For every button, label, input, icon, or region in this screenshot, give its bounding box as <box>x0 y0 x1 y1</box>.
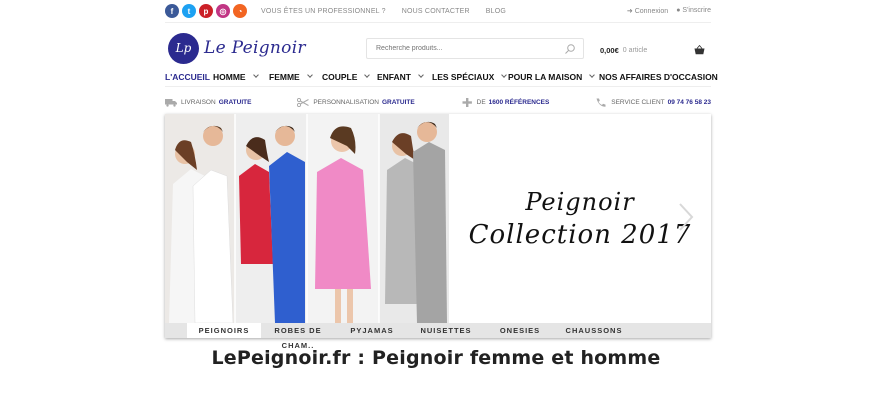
service-text: SERVICE CLIENT <box>611 98 665 106</box>
chevron-down-icon <box>306 72 313 78</box>
nav-item-homme[interactable]: HOMME <box>213 72 269 82</box>
service-bar: LIVRAISON GRATUITE PERSONNALISATION GRATUI… <box>165 95 711 109</box>
page: f t p ◎ ◔ VOUS ÊTES UN PROFESSIONNEL ? N… <box>0 0 872 400</box>
user-icon: ● <box>676 7 681 14</box>
nav-label: FEMME <box>269 71 300 82</box>
chevron-down-icon <box>252 72 259 78</box>
blog-link[interactable]: BLOG <box>478 8 514 15</box>
instagram-icon[interactable]: ◎ <box>216 4 230 18</box>
contact-link[interactable]: NOUS CONTACTER <box>394 8 478 15</box>
nav-item-speciaux[interactable]: LES SPÉCIAUX <box>432 72 508 82</box>
truck-icon <box>165 98 177 107</box>
login-icon: ➜ <box>626 8 633 15</box>
cart-summary[interactable]: 0,00€ 0 article <box>600 44 705 56</box>
nav-item-couple[interactable]: COUPLE <box>322 72 377 82</box>
facebook-icon[interactable]: f <box>165 4 179 18</box>
top-divider <box>165 22 711 23</box>
search-input[interactable] <box>376 45 556 52</box>
cart-amount: 0,00€ <box>600 45 619 55</box>
cart-count: 0 article <box>622 46 648 54</box>
scissors-icon <box>297 97 310 107</box>
chevron-down-icon <box>589 72 596 78</box>
chevron-down-icon <box>364 72 371 78</box>
slider-tabs: PEIGNOIRS ROBES DE CHAM.. PYJAMAS NUISET… <box>165 323 711 350</box>
nav-item-enfant[interactable]: ENFANT <box>377 72 432 82</box>
nav-label: NOS AFFAIRES D'OCCASION <box>599 71 718 82</box>
nav-label: LES SPÉCIAUX <box>432 71 495 82</box>
plus-icon <box>462 97 472 107</box>
search-box <box>366 38 584 59</box>
social-links: f t p ◎ ◔ <box>165 4 247 18</box>
service-references: DE 1600 RÉFÉRENCES <box>461 97 550 107</box>
chevron-down-icon <box>418 72 424 78</box>
models-illustration <box>165 114 449 323</box>
site-logo[interactable]: Lp Le Peignoir <box>168 31 308 65</box>
nav-label: HOMME <box>213 71 246 82</box>
basket-icon <box>694 45 705 55</box>
top-bar: f t p ◎ ◔ VOUS ÊTES UN PROFESSIONNEL ? N… <box>165 0 711 22</box>
top-links: VOUS ÊTES UN PROFESSIONNEL ? NOUS CONTAC… <box>261 8 514 15</box>
service-highlight: GRATUITE <box>381 98 415 106</box>
rss-icon[interactable]: ◔ <box>233 4 247 18</box>
nav-label: COUPLE <box>322 71 358 82</box>
login-link[interactable]: ➜ Connexion <box>627 7 668 15</box>
hero-slider[interactable]: Peignoir Collection 2017 PEIGNOIRS ROBES… <box>165 114 711 350</box>
caption-line-2: Collection 2017 <box>468 219 692 250</box>
slider-tab-onesies[interactable]: ONESIES <box>483 323 557 338</box>
chevron-right-icon[interactable] <box>677 202 695 232</box>
chevron-down-icon <box>501 72 508 78</box>
register-label: S'inscrire <box>682 7 711 14</box>
bathrobe-models-photo <box>165 114 449 323</box>
slider-tab-nuisettes[interactable]: NUISETTES <box>409 323 483 338</box>
account-links: ➜ Connexion ● S'inscrire <box>627 7 711 15</box>
nav-item-occasion[interactable]: NOS AFFAIRES D'OCCASION <box>599 72 718 82</box>
slider-tab-peignoirs[interactable]: PEIGNOIRS <box>187 323 261 338</box>
service-text: LIVRAISON <box>181 98 216 106</box>
service-delivery: LIVRAISON GRATUITE <box>165 98 251 107</box>
slider-tab-chaussons[interactable]: CHAUSSONS <box>557 323 631 338</box>
nav-item-femme[interactable]: FEMME <box>269 72 322 82</box>
pro-link[interactable]: VOUS ÊTES UN PROFESSIONNEL ? <box>261 8 394 15</box>
nav-item-accueil[interactable]: L'ACCUEIL <box>165 72 213 82</box>
search-icon[interactable] <box>564 43 576 55</box>
register-link[interactable]: ● S'inscrire <box>676 7 711 15</box>
service-customization: PERSONNALISATION GRATUITE <box>297 97 415 107</box>
slider-tab-pyjamas[interactable]: PYJAMAS <box>335 323 409 338</box>
nav-label: L'ACCUEIL <box>165 71 210 82</box>
nav-item-maison[interactable]: POUR LA MAISON <box>508 72 599 82</box>
pinterest-icon[interactable]: p <box>199 4 213 18</box>
service-text: DE <box>476 98 486 106</box>
logo-text: Le Peignoir <box>204 38 306 58</box>
slider-tab-robes[interactable]: ROBES DE CHAM.. <box>261 323 335 350</box>
nav-label: POUR LA MAISON <box>508 71 583 82</box>
service-phone: SERVICE CLIENT 09 74 76 58 23 <box>595 98 711 107</box>
caption-line-1: Peignoir <box>525 187 635 216</box>
main-nav: L'ACCUEIL HOMME FEMME COUPLE ENFANT LES … <box>165 67 718 87</box>
page-title: LePeignoir.fr : Peignoir femme et homme <box>211 347 661 369</box>
login-label: Connexion <box>634 8 669 15</box>
nav-label: ENFANT <box>377 71 411 82</box>
slide-caption: Peignoir Collection 2017 <box>449 114 711 323</box>
service-highlight: GRATUITE <box>218 98 252 106</box>
logo-monogram: Lp <box>168 32 199 64</box>
phone-icon <box>596 98 606 107</box>
service-highlight: 09 74 76 58 23 <box>667 98 711 106</box>
service-highlight: 1600 RÉFÉRENCES <box>488 98 550 106</box>
service-text: PERSONNALISATION <box>313 98 379 106</box>
twitter-icon[interactable]: t <box>182 4 196 18</box>
